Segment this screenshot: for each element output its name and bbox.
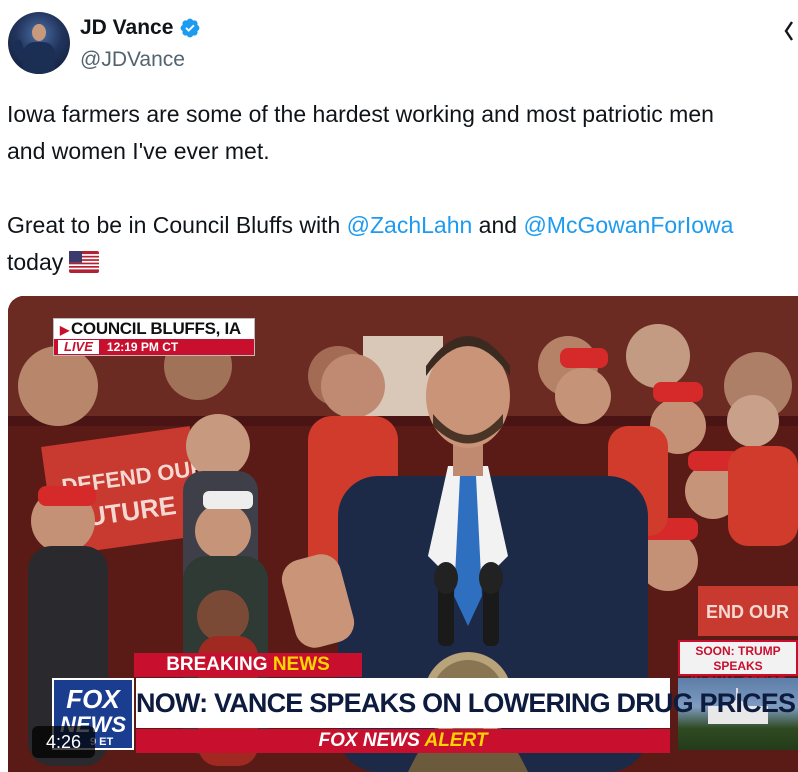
video-player[interactable]: DEFEND OUR FUTURE END OUR ▶ COUNCIL BLUF… [8,296,798,772]
tweet-line: Great to be in Council Bluffs with @Zach… [7,207,798,244]
news-label: NEWS [272,654,330,675]
tweet-line: and women I've ever met. [7,138,270,164]
avatar[interactable] [8,12,70,74]
upcoming-line: SOON: TRUMP SPEAKS [695,644,781,673]
chyron-headline: NOW: VANCE SPEAKS ON LOWERING DRUG PRICE… [136,678,796,728]
tweet-text-segment: today [7,249,64,275]
upcoming-banner: SOON: TRUMP SPEAKS IN OVAL OFFICE [678,640,798,688]
us-flag-icon [69,251,100,273]
live-badge: LIVE [58,340,99,354]
tweet-header: JD Vance @JDVance [8,12,798,76]
mention-link-zachlahn[interactable]: @ZachLahn [347,212,473,238]
tweet-line: today [7,244,798,281]
author-name[interactable]: JD Vance [80,16,173,40]
alert-label: ALERT [424,730,488,751]
author-name-row: JD Vance [80,16,201,40]
tweet-text-segment: and [472,212,524,238]
broadcast-time: 12:19 PM CT [106,340,179,354]
network-logo-line: FOX [66,684,120,714]
mention-link-mcgowanforiowa[interactable]: @McGowanForIowa [523,212,733,238]
fox-news-alert-bar: FOX NEWS ALERT [136,729,670,753]
verified-badge-icon [181,18,200,38]
breaking-news-tag: BREAKING NEWS [134,653,362,677]
live-bar: LIVE 12:19 PM CT [54,339,254,355]
alert-brand: FOX NEWS [318,730,425,751]
location-lower-third: ▶ COUNCIL BLUFFS, IA LIVE 12:19 PM CT [53,318,255,356]
more-options-icon[interactable] [782,18,796,44]
location-label: ▶ COUNCIL BLUFFS, IA [60,319,241,339]
crowd-sign-text: END OUR [706,602,789,622]
video-duration: 4:26 [32,726,96,758]
location-text: COUNCIL BLUFFS, IA [70,319,241,338]
tweet-text-segment: Great to be in Council Bluffs with [7,212,347,238]
author-handle[interactable]: @JDVance [80,48,185,72]
tweet-line: Iowa farmers are some of the hardest wor… [7,101,714,127]
breaking-label: BREAKING [166,654,273,675]
tweet-text: Iowa farmers are some of the hardest wor… [7,96,798,281]
play-triangle-icon: ▶ [60,323,69,337]
